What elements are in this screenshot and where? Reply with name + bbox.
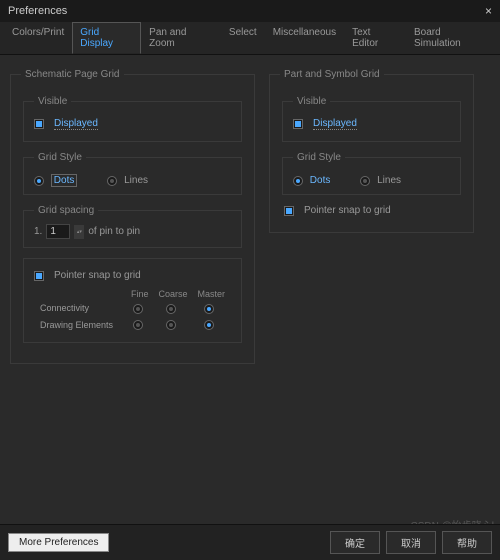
tab-pan-zoom[interactable]: Pan and Zoom	[141, 22, 221, 54]
lines-radio[interactable]	[107, 176, 117, 186]
footer: More Preferences 确定 取消 帮助	[0, 524, 500, 560]
lines-radio-r[interactable]	[360, 176, 370, 186]
grid-spacing-legend: Grid spacing	[34, 205, 98, 216]
grid-style-group-r: Grid Style Dots Lines	[282, 152, 461, 195]
tab-board-sim[interactable]: Board Simulation	[406, 22, 496, 54]
visible-legend: Visible	[34, 96, 71, 107]
row-connectivity: Connectivity	[36, 301, 125, 316]
displayed-checkbox[interactable]	[34, 119, 44, 129]
tab-bar: Colors/Print Grid Display Pan and Zoom S…	[0, 22, 500, 55]
close-icon[interactable]: ×	[485, 4, 492, 18]
visible-group: Visible Displayed	[23, 96, 242, 142]
snap-label: Pointer snap to grid	[54, 270, 141, 281]
col-fine: Fine	[127, 289, 153, 299]
spacing-suffix: of pin to pin	[88, 226, 140, 237]
dots-radio-r[interactable]	[293, 176, 303, 186]
more-preferences-button[interactable]: More Preferences	[8, 533, 109, 552]
displayed-label-r: Displayed	[313, 118, 357, 130]
grid-style-legend-r: Grid Style	[293, 152, 345, 163]
draw-coarse-radio[interactable]	[166, 320, 176, 330]
draw-master-radio[interactable]	[204, 320, 214, 330]
lines-label-r: Lines	[377, 175, 401, 186]
snap-label-r: Pointer snap to grid	[304, 205, 391, 216]
dots-radio[interactable]	[34, 176, 44, 186]
tab-misc[interactable]: Miscellaneous	[265, 22, 344, 54]
displayed-checkbox-r[interactable]	[293, 119, 303, 129]
draw-fine-radio[interactable]	[133, 320, 143, 330]
visible-legend-r: Visible	[293, 96, 330, 107]
schematic-page-grid-group: Schematic Page Grid Visible Displayed Gr…	[10, 69, 255, 364]
part-symbol-grid-group: Part and Symbol Grid Visible Displayed G…	[269, 69, 474, 233]
col-coarse: Coarse	[154, 289, 191, 299]
grid-style-legend: Grid Style	[34, 152, 86, 163]
dots-label: Dots	[51, 174, 78, 187]
dots-label-r: Dots	[310, 175, 331, 186]
snap-table: Fine Coarse Master Connectivity Drawing …	[34, 287, 231, 334]
tab-text-editor[interactable]: Text Editor	[344, 22, 406, 54]
cancel-button[interactable]: 取消	[386, 531, 436, 554]
spacing-stepper[interactable]: ▴▾	[74, 225, 84, 239]
conn-fine-radio[interactable]	[133, 304, 143, 314]
conn-coarse-radio[interactable]	[166, 304, 176, 314]
help-button[interactable]: 帮助	[442, 531, 492, 554]
lines-label: Lines	[124, 175, 148, 186]
grid-spacing-group: Grid spacing 1. ▴▾ of pin to pin	[23, 205, 242, 248]
col-master: Master	[193, 289, 229, 299]
tab-select[interactable]: Select	[221, 22, 265, 54]
tab-colors-print[interactable]: Colors/Print	[4, 22, 72, 54]
visible-group-r: Visible Displayed	[282, 96, 461, 142]
conn-master-radio[interactable]	[204, 304, 214, 314]
row-drawing: Drawing Elements	[36, 318, 125, 333]
displayed-label: Displayed	[54, 118, 98, 130]
group-legend: Schematic Page Grid	[21, 69, 124, 80]
ok-button[interactable]: 确定	[330, 531, 380, 554]
pointer-snap-group: Pointer snap to grid Fine Coarse Master …	[23, 258, 242, 343]
tab-grid-display[interactable]: Grid Display	[72, 22, 141, 54]
snap-checkbox-r[interactable]	[284, 206, 294, 216]
window-title: Preferences	[8, 5, 67, 17]
snap-checkbox[interactable]	[34, 271, 44, 281]
grid-style-group: Grid Style Dots Lines	[23, 152, 242, 195]
titlebar: Preferences ×	[0, 0, 500, 22]
group-legend-right: Part and Symbol Grid	[280, 69, 384, 80]
spacing-input[interactable]	[46, 224, 70, 239]
content: Schematic Page Grid Visible Displayed Gr…	[0, 55, 500, 390]
